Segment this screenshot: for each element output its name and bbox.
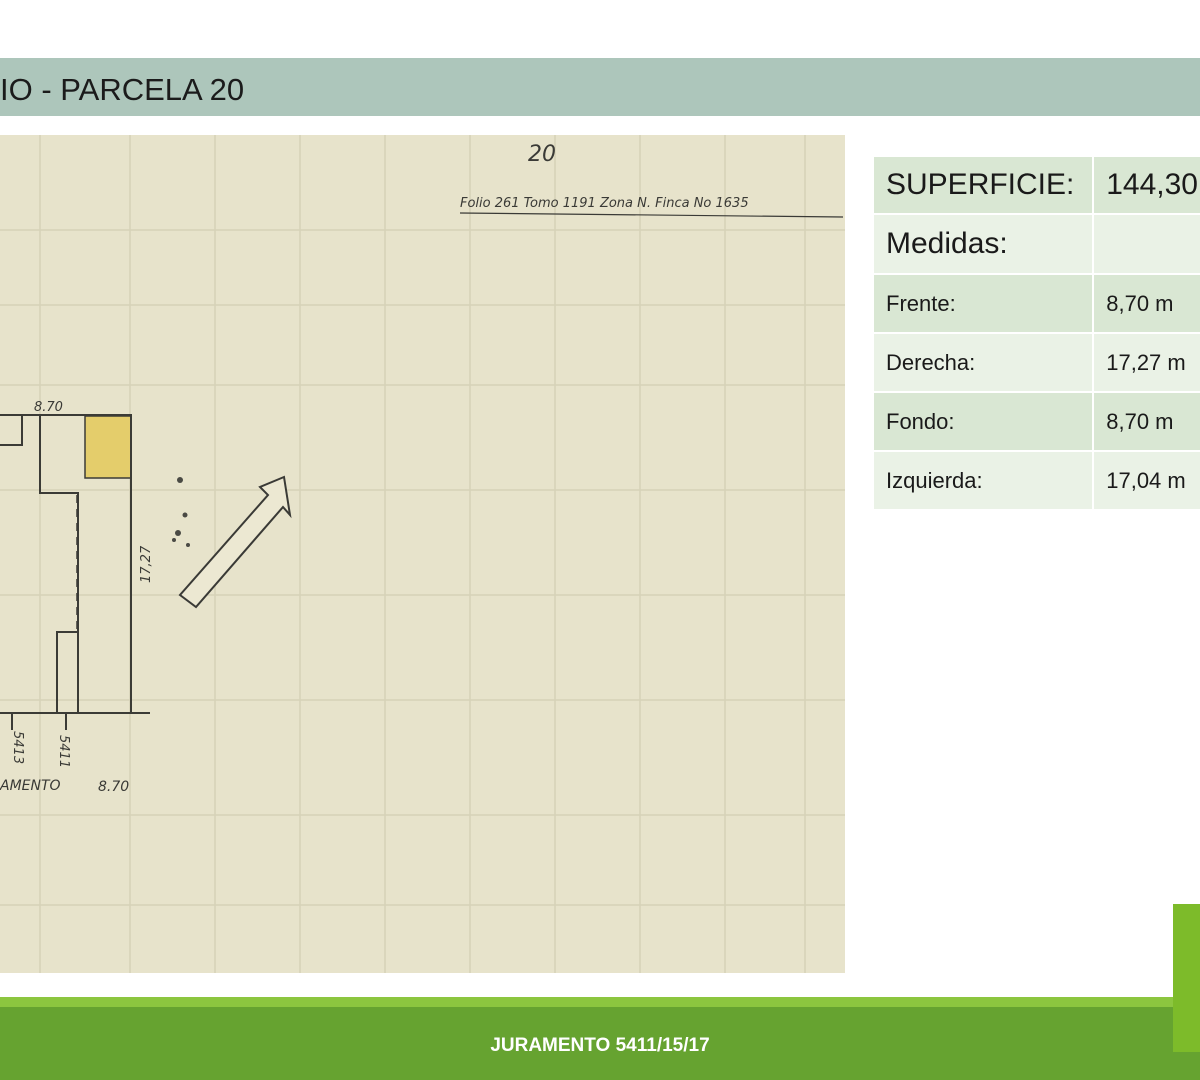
derecha-value: 17,27 m — [1094, 334, 1200, 391]
corner-accent-block — [1173, 904, 1200, 1052]
superficie-row: SUPERFICIE: 144,30 — [874, 157, 1200, 213]
fondo-value: 8,70 m — [1094, 393, 1200, 450]
parcel-plan-drawing: 20 Folio 261 Tomo 1191 Zona N. Finca No … — [0, 135, 845, 973]
plan-number-5411: 5411 — [56, 735, 71, 768]
table-row: Izquierda: 17,04 m — [874, 452, 1200, 509]
plan-number-5413: 5413 — [10, 731, 25, 764]
table-row: Frente: 8,70 m — [874, 275, 1200, 332]
ink-smudge-icon — [172, 477, 190, 547]
superficie-label: SUPERFICIE: — [874, 157, 1093, 213]
table-row: Derecha: 17,27 m — [874, 334, 1200, 391]
izquierda-label: Izquierda: — [874, 452, 1093, 509]
plan-bottom-measure: 8.70 — [98, 779, 129, 795]
derecha-label: Derecha: — [874, 334, 1093, 391]
parcel-highlight — [84, 415, 132, 479]
medidas-row: Medidas: — [874, 215, 1200, 273]
plan-registry-line: Folio 261 Tomo 1191 Zona N. Finca No 163… — [460, 196, 749, 211]
plan-right-measure: 17,27 — [139, 545, 154, 583]
frente-label: Frente: — [874, 275, 1093, 332]
superficie-value: 144,30 — [1094, 157, 1200, 213]
page-title: IO - PARCELA 20 — [0, 72, 245, 107]
fondo-label: Fondo: — [874, 393, 1093, 450]
footer-bar: JURAMENTO 5411/15/17 — [0, 1007, 1200, 1080]
title-bar: IO - PARCELA 20 — [0, 58, 1200, 116]
plan-parcel-number: 20 — [528, 142, 556, 167]
plan-top-measure: 8.70 — [34, 400, 63, 415]
frente-value: 8,70 m — [1094, 275, 1200, 332]
izquierda-value: 17,04 m — [1094, 452, 1200, 509]
table-row: Fondo: 8,70 m — [874, 393, 1200, 450]
parcel-plan-scan: 20 Folio 261 Tomo 1191 Zona N. Finca No … — [0, 135, 845, 973]
plan-street-label: AMENTO — [0, 778, 61, 794]
medidas-value-cell — [1094, 215, 1200, 273]
medidas-label: Medidas: — [874, 215, 1093, 273]
north-arrow-icon — [178, 475, 292, 609]
footer-accent-line — [0, 997, 1200, 1007]
footer-address: JURAMENTO 5411/15/17 — [490, 1035, 710, 1056]
parcel-info-table: SUPERFICIE: 144,30 Medidas: Frente: 8,70… — [872, 155, 1200, 511]
